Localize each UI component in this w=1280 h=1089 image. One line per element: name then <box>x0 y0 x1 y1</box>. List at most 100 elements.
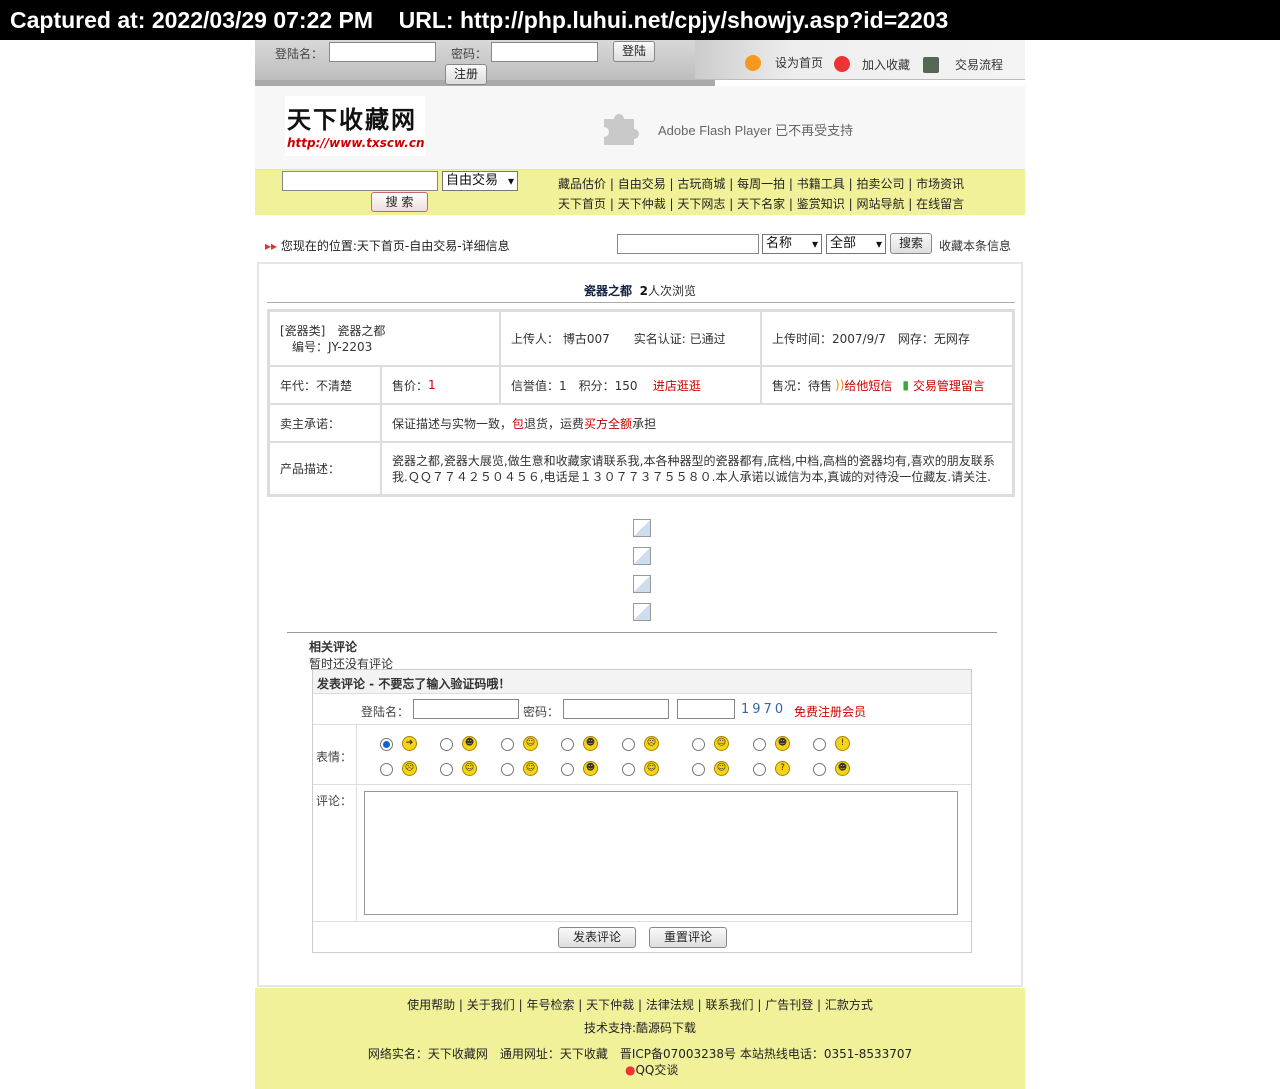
footer-link-3[interactable]: 天下仲裁 <box>586 998 634 1012</box>
emotion-radio-11[interactable] <box>561 763 574 776</box>
nav-link-row2-2[interactable]: 天下网志 <box>677 197 725 211</box>
emoticon-face-icon[interactable]: ☺ <box>714 761 729 776</box>
emoticon-face-icon[interactable]: ☻ <box>462 736 477 751</box>
truck-icon <box>923 57 939 73</box>
emoticon-face-icon[interactable]: ☺ <box>462 761 477 776</box>
upload-time-cell: 上传时间：2007/9/7 网存：无网存 <box>761 311 1013 366</box>
emoticon-face-icon[interactable]: ☹ <box>402 761 417 776</box>
comment-pass-input[interactable] <box>563 699 669 719</box>
emoticon-face-icon[interactable]: ☺ <box>714 736 729 751</box>
nav-row-2: 天下首页 | 天下仲裁 | 天下网志 | 天下名家 | 鉴赏知识 | 网站导航 … <box>558 197 965 211</box>
add-favorite-link[interactable]: 加入收藏 <box>862 56 910 73</box>
emotion-radio-14[interactable] <box>753 763 766 776</box>
nav-link-row2-4[interactable]: 鉴赏知识 <box>797 197 845 211</box>
site-logo[interactable]: 天下收藏网 http://www.txscw.cn <box>285 96 425 156</box>
footer-link-4[interactable]: 法律法规 <box>646 998 694 1012</box>
footer-link-7[interactable]: 汇款方式 <box>825 998 873 1012</box>
main-panel: 瓷器之都 2人次浏览 [瓷器类] 瓷器之都 编号：JY-2203 上传人： 博古… <box>257 262 1023 987</box>
trade-manage-link[interactable]: 交易管理留言 <box>913 377 985 394</box>
emotion-radio-3[interactable] <box>561 738 574 751</box>
emotion-radio-2[interactable] <box>501 738 514 751</box>
submit-comment-button[interactable]: 发表评论 <box>558 927 636 948</box>
reset-comment-button[interactable]: 重置评论 <box>649 927 727 948</box>
double-arrow-icon: ▸▸ <box>265 239 278 253</box>
emoticon-face-icon[interactable]: ➜ <box>402 736 417 751</box>
search-type-select[interactable]: 自由交易 <box>442 171 518 191</box>
nav-link-row1-1[interactable]: 自由交易 <box>618 177 666 191</box>
login-user-input[interactable] <box>329 42 436 62</box>
captcha-input[interactable] <box>677 699 735 719</box>
nav-link-row1-5[interactable]: 拍卖公司 <box>856 177 904 191</box>
emotion-radio-4[interactable] <box>622 738 635 751</box>
register-link[interactable]: 免费注册会员 <box>794 703 866 720</box>
footer-link-2[interactable]: 年号检索 <box>526 998 574 1012</box>
site-search-button[interactable]: 搜 索 <box>371 192 428 212</box>
nav-link-row2-3[interactable]: 天下名家 <box>737 197 785 211</box>
nav-link-row1-2[interactable]: 古玩商城 <box>677 177 725 191</box>
comments-section: 相关评论 暂时还没有评论 <box>309 638 393 672</box>
emotion-radio-15[interactable] <box>813 763 826 776</box>
set-home-link[interactable]: 设为首页 <box>775 54 823 71</box>
search-field-select[interactable]: 名称 <box>762 234 822 254</box>
footer-link-6[interactable]: 广告刊登 <box>765 998 813 1012</box>
product-image-1[interactable] <box>633 519 651 537</box>
emoticon-face-icon[interactable]: ? <box>775 761 790 776</box>
emoticon-face-icon[interactable]: ☻ <box>583 736 598 751</box>
item-search-button[interactable]: 搜索 <box>890 233 932 254</box>
emotion-radio-7[interactable] <box>813 738 826 751</box>
emotion-radio-5[interactable] <box>692 738 705 751</box>
emotion-radio-0[interactable] <box>380 738 393 751</box>
nav-link-row1-3[interactable]: 每周一拍 <box>737 177 785 191</box>
emoticon-face-icon[interactable]: ☹ <box>644 736 659 751</box>
nav-link-row2-1[interactable]: 天下仲裁 <box>618 197 666 211</box>
footer-link-5[interactable]: 联系我们 <box>706 998 754 1012</box>
login-pass-input[interactable] <box>491 42 598 62</box>
emoticon-face-icon[interactable]: ☺ <box>523 736 538 751</box>
breadcrumb: ▸▸ 您现在的位置:天下首页-自由交易-详细信息 <box>265 237 510 254</box>
emotion-radio-8[interactable] <box>380 763 393 776</box>
comments-title: 相关评论 <box>309 640 358 654</box>
price-value: 1 <box>428 378 436 392</box>
desc-cell: 瓷器之都,瓷器大展览,做生意和收藏家请联系我,本各种器型的瓷器都有,底档,中档,… <box>381 442 1013 495</box>
nav-link-row1-0[interactable]: 藏品估价 <box>558 177 606 191</box>
emotion-radio-1[interactable] <box>440 738 453 751</box>
footer-link-1[interactable]: 关于我们 <box>467 998 515 1012</box>
emoticon-face-icon[interactable]: ☻ <box>835 761 850 776</box>
nav-link-row2-5[interactable]: 网站导航 <box>856 197 904 211</box>
item-search-input[interactable] <box>617 234 759 254</box>
search-scope-select[interactable]: 全部 <box>826 234 886 254</box>
emoticon-face-icon[interactable]: ☺ <box>644 761 659 776</box>
login-button[interactable]: 登陆 <box>613 41 655 62</box>
emoticon-face-icon[interactable]: ☻ <box>775 736 790 751</box>
qq-chat-link[interactable]: ●QQ交谈 <box>625 1061 678 1078</box>
emoticon-face-icon[interactable]: ☺ <box>523 761 538 776</box>
emotion-radio-13[interactable] <box>692 763 705 776</box>
nav-link-row2-0[interactable]: 天下首页 <box>558 197 606 211</box>
shop-link[interactable]: 进店逛逛 <box>653 377 701 394</box>
emotion-radio-12[interactable] <box>622 763 635 776</box>
nav-link-row1-6[interactable]: 市场资讯 <box>916 177 964 191</box>
comment-textarea[interactable] <box>364 791 958 915</box>
emotion-radio-6[interactable] <box>753 738 766 751</box>
emoticon-face-icon[interactable]: ! <box>835 736 850 751</box>
trade-flow-link[interactable]: 交易流程 <box>955 56 1003 73</box>
view-count-suffix: 人次浏览 <box>648 284 697 298</box>
site-search-input[interactable] <box>282 171 438 191</box>
footer-link-0[interactable]: 使用帮助 <box>407 998 455 1012</box>
comment-user-input[interactable] <box>413 699 519 719</box>
footer-support: 技术支持:酷源码下载 <box>583 1021 697 1035</box>
sms-link[interactable]: 给他短信 <box>844 377 892 394</box>
collect-item-link[interactable]: 收藏本条信息 <box>939 237 1011 254</box>
product-image-4[interactable] <box>633 603 651 621</box>
emotion-row: 表情： ➜ ☻ ☺ ☻ ☹ ☺ ☻! ☹ ☺ ☺ ☻ ☺ ☺? ☻ <box>313 725 971 785</box>
nav-link-row2-6[interactable]: 在线留言 <box>916 197 964 211</box>
emotion-radio-10[interactable] <box>501 763 514 776</box>
nav-link-row1-4[interactable]: 书籍工具 <box>797 177 845 191</box>
emotion-radio-9[interactable] <box>440 763 453 776</box>
item-category-cell: [瓷器类] 瓷器之都 编号：JY-2203 <box>269 311 500 366</box>
register-button[interactable]: 注册 <box>445 64 487 85</box>
logo-url: http://www.txscw.cn <box>287 136 425 150</box>
product-image-2[interactable] <box>633 547 651 565</box>
product-image-3[interactable] <box>633 575 651 593</box>
emoticon-face-icon[interactable]: ☻ <box>583 761 598 776</box>
